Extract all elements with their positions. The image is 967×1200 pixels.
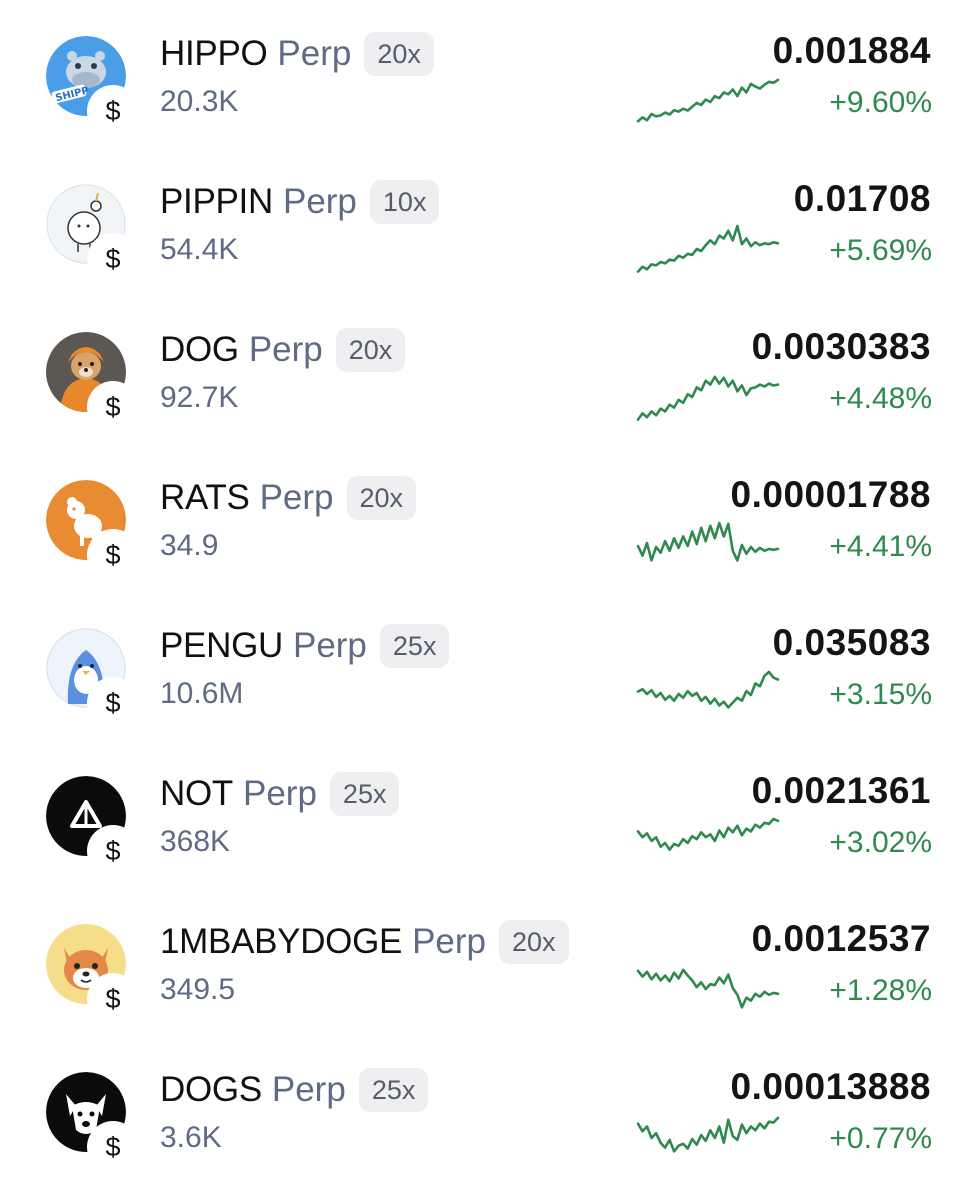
market-symbol: DOG <box>160 330 239 369</box>
market-row[interactable]: $ 1MBABYDOGE Perp 20x 349.5 0.0012537 +1… <box>0 888 967 1036</box>
market-avatar: $ <box>46 1072 136 1170</box>
market-name-line: PENGU Perp 25x <box>160 624 450 668</box>
price-change: +3.02% <box>829 826 932 859</box>
market-row[interactable]: $ PIPPIN Perp 10x 54.4K 0.01708 +5.69% <box>0 148 967 296</box>
market-volume: 54.4K <box>160 233 239 266</box>
price-sparkline <box>636 968 780 1009</box>
market-symbol: PIPPIN <box>160 182 273 221</box>
market-price: 0.01708 <box>793 178 931 219</box>
market-volume: 349.5 <box>160 973 236 1006</box>
leverage-badge: 25x <box>358 1068 429 1112</box>
market-price: 0.00001788 <box>730 474 931 515</box>
market-volume: 10.6M <box>160 677 244 710</box>
leverage-badge: 20x <box>364 32 434 76</box>
market-name-line: HIPPO Perp 20x <box>160 32 434 76</box>
market-price: 0.001884 <box>772 30 931 71</box>
market-price: 0.0012537 <box>751 918 931 959</box>
market-row[interactable]: $ NOT Perp 25x 368K 0.0021361 +3.02% <box>0 740 967 888</box>
market-volume: 20.3K <box>160 85 239 118</box>
market-volume: 34.9 <box>160 529 219 562</box>
market-name-line: RATS Perp 20x <box>160 476 417 520</box>
market-price: 0.035083 <box>772 622 931 663</box>
dollar-sign-icon: $ <box>90 236 136 282</box>
market-symbol: NOT <box>160 774 233 813</box>
market-type: Perp <box>282 182 357 221</box>
market-avatar: $ <box>46 184 136 282</box>
dollar-sign-icon: $ <box>90 88 136 134</box>
market-price: 0.00013888 <box>730 1066 931 1107</box>
dollar-sign-icon: $ <box>90 384 136 430</box>
price-sparkline <box>636 375 780 421</box>
price-change: +0.77% <box>829 1122 932 1155</box>
market-row[interactable]: $ PENGU Perp 25x 10.6M 0.035083 +3.15% <box>0 592 967 740</box>
price-change: +4.48% <box>829 382 932 415</box>
leverage-badge: 25x <box>379 624 450 668</box>
market-row[interactable]: $ RATS Perp 20x 34.9 0.00001788 +4.41% <box>0 444 967 592</box>
perp-market-list: SHIPP $ HIPPO Perp 20x 20.3K 0.001884 +9… <box>0 0 967 1200</box>
market-avatar: $ <box>46 776 136 874</box>
price-change: +4.41% <box>829 530 932 563</box>
market-avatar: $ <box>46 924 136 1022</box>
market-price: 0.0021361 <box>751 770 931 811</box>
market-symbol: RATS <box>160 478 250 517</box>
market-row[interactable]: SHIPP $ HIPPO Perp 20x 20.3K 0.001884 +9… <box>0 0 967 148</box>
market-type: Perp <box>277 34 352 73</box>
market-avatar: SHIPP $ <box>46 36 136 134</box>
leverage-badge: 20x <box>499 920 569 964</box>
market-price: 0.0030383 <box>751 326 931 367</box>
market-symbol: 1MBABYDOGE <box>160 922 403 961</box>
market-volume: 3.6K <box>160 1121 222 1154</box>
leverage-badge: 10x <box>369 180 440 224</box>
market-type: Perp <box>271 1070 346 1109</box>
market-avatar: $ <box>46 480 136 578</box>
price-sparkline <box>636 78 780 123</box>
price-sparkline <box>636 817 780 852</box>
price-change: +9.60% <box>829 86 932 119</box>
dollar-sign-icon: $ <box>90 976 136 1022</box>
price-change: +5.69% <box>829 234 932 267</box>
market-type: Perp <box>242 774 317 813</box>
leverage-badge: 20x <box>346 476 417 520</box>
price-sparkline <box>636 224 780 273</box>
market-row[interactable]: $ DOG Perp 20x 92.7K 0.0030383 +4.48% <box>0 296 967 444</box>
market-name-line: PIPPIN Perp 10x <box>160 180 440 224</box>
dollar-sign-icon: $ <box>90 828 136 874</box>
market-volume: 368K <box>160 825 231 858</box>
dollar-sign-icon: $ <box>90 1124 136 1170</box>
market-avatar: $ <box>46 332 136 430</box>
market-type: Perp <box>292 626 367 665</box>
market-type: Perp <box>412 922 487 961</box>
price-sparkline <box>636 670 780 709</box>
market-name-line: NOT Perp 25x <box>160 772 400 816</box>
market-type: Perp <box>259 478 334 517</box>
market-symbol: PENGU <box>160 626 283 665</box>
market-row[interactable]: $ DOGS Perp 25x 3.6K 0.00013888 +0.77% <box>0 1036 967 1184</box>
price-sparkline <box>636 521 780 562</box>
market-type: Perp <box>248 330 323 369</box>
dollar-sign-icon: $ <box>90 680 136 726</box>
market-volume: 92.7K <box>160 381 239 414</box>
market-name-line: DOG Perp 20x <box>160 328 406 372</box>
price-change: +1.28% <box>829 974 932 1007</box>
leverage-badge: 20x <box>335 328 406 372</box>
price-change: +3.15% <box>829 678 932 711</box>
market-avatar: $ <box>46 628 136 726</box>
market-name-line: DOGS Perp 25x <box>160 1068 429 1112</box>
market-name-line: 1MBABYDOGE Perp 20x <box>160 920 569 964</box>
market-symbol: HIPPO <box>160 34 268 73</box>
dollar-sign-icon: $ <box>90 532 136 578</box>
market-symbol: DOGS <box>160 1070 262 1109</box>
leverage-badge: 25x <box>329 772 400 816</box>
price-sparkline <box>636 1116 780 1153</box>
